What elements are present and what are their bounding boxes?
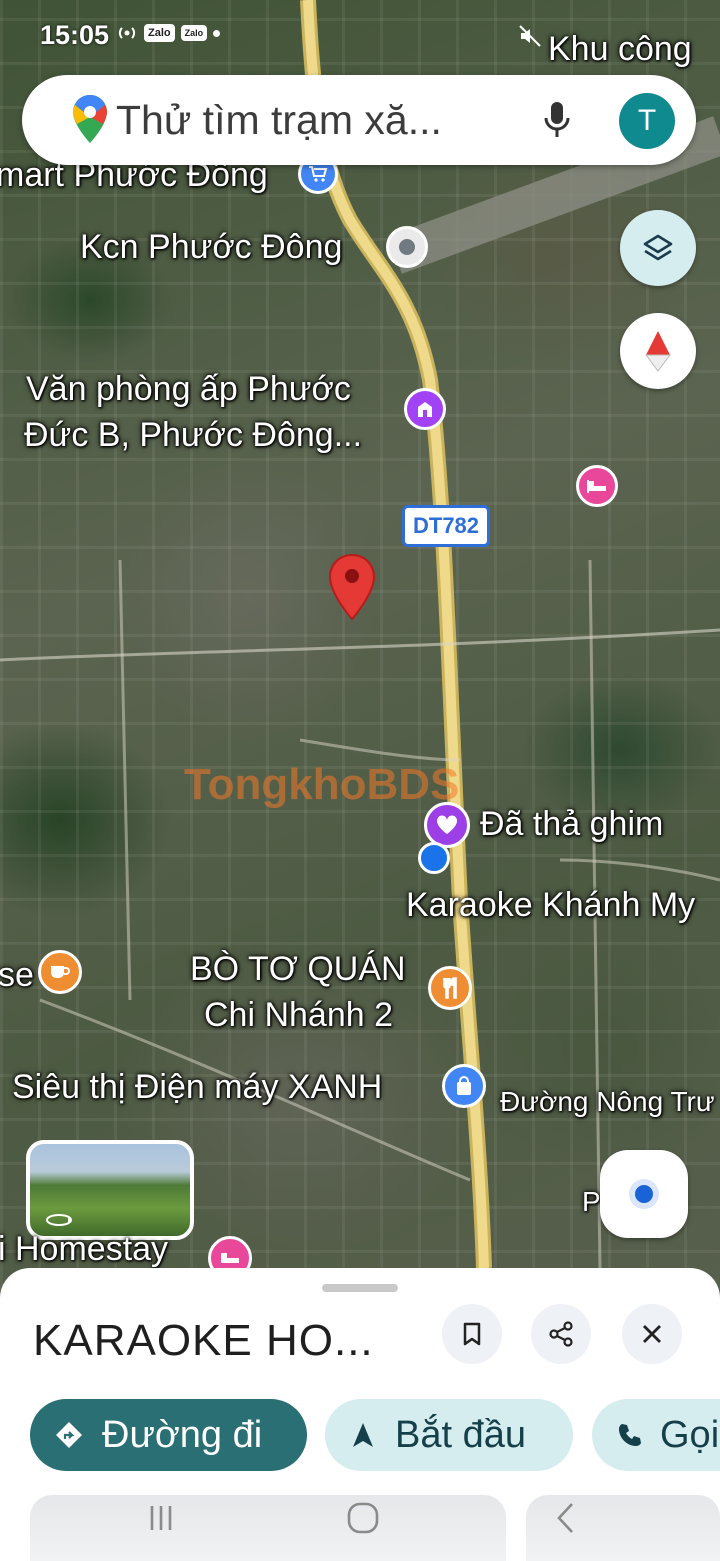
status-bar: 15:05 Zalo Zalo Khu công [0,0,720,70]
start-button[interactable]: Bắt đầu [325,1399,573,1471]
place-label-bo-to-line1[interactable]: BÒ TƠ QUÁN [190,950,406,988]
close-icon [643,1325,661,1343]
close-button[interactable] [622,1304,682,1364]
layers-button[interactable] [620,210,696,286]
hotspot-icon [118,27,136,39]
directions-button[interactable]: Đường đi [30,1399,307,1471]
industrial-park-icon[interactable] [386,226,428,268]
place-label-pinned[interactable]: Đã thả ghim [480,805,663,843]
place-label-office-line2[interactable]: Đức B, Phước Đông... [24,416,362,454]
share-icon [549,1321,573,1347]
place-title: KARAOKE HO... [33,1316,374,1365]
save-button[interactable] [442,1304,502,1364]
search-bar[interactable]: Thử tìm trạm xă... T [22,75,696,165]
call-button[interactable]: Gọi [592,1399,720,1471]
red-location-pin-icon[interactable] [328,553,376,626]
hotel-bed-icon[interactable] [576,465,618,507]
place-label-kcn[interactable]: Kcn Phước Đông [80,228,342,266]
heart-pin-icon[interactable] [424,802,470,848]
status-icons: Zalo Zalo [116,24,221,42]
call-label: Gọi [660,1413,720,1456]
mute-icon [519,25,541,47]
compass-icon [645,331,671,372]
road-shield: DT782 [402,505,491,547]
navigation-arrow-icon [353,1423,373,1447]
directions-label: Đường đi [102,1413,263,1456]
restaurant-fork-knife-icon[interactable] [428,966,472,1010]
my-location-button[interactable] [600,1150,688,1238]
my-location-icon [629,1179,659,1209]
place-label-khu-cong[interactable]: Khu công [548,30,692,68]
shopping-bag-icon[interactable] [442,1064,486,1108]
search-input[interactable]: Thử tìm trạm xă... [116,97,442,144]
compass-button[interactable] [620,313,696,389]
more-notifications-dot-icon [213,29,221,37]
road-label-nong-truong[interactable]: Đường Nông Trư [500,1086,715,1117]
recent-apps-icon[interactable] [146,1503,176,1533]
cafe-icon[interactable] [38,950,82,994]
home-icon[interactable] [346,1501,380,1535]
zalo-notification-icon-2: Zalo [180,25,208,41]
watermark: TongkhoBDS [184,760,460,809]
zalo-notification-icon: Zalo [144,24,175,42]
layers-icon [643,234,673,261]
diamond-turn-icon [56,1422,82,1448]
maps-logo-icon [73,95,107,143]
place-label-homestay[interactable]: i Homestay [0,1230,168,1268]
place-label-bo-to-line2[interactable]: Chi Nhánh 2 [204,996,393,1034]
street-view-360-icon [46,1214,72,1226]
place-label-dmx[interactable]: Siêu thị Điện máy XANH [12,1068,382,1106]
place-label-office-line1[interactable]: Văn phòng ấp Phước [26,370,351,408]
place-label-se[interactable]: se [0,956,34,994]
system-nav-bar [0,1495,720,1561]
back-icon[interactable] [554,1501,578,1535]
sheet-drag-handle[interactable] [322,1284,398,1292]
bookmark-icon [463,1322,481,1346]
status-time: 15:05 [40,20,110,50]
street-view-thumbnail[interactable] [26,1140,194,1240]
office-building-icon[interactable] [404,388,446,430]
my-location-dot [418,842,450,874]
place-label-karaoke[interactable]: Karaoke Khánh My [406,886,695,924]
recent-app-card-left[interactable] [30,1495,506,1561]
avatar[interactable]: T [619,93,675,149]
phone-icon [619,1424,641,1446]
microphone-icon[interactable] [543,100,571,140]
start-label: Bắt đầu [395,1413,526,1456]
share-button[interactable] [531,1304,591,1364]
